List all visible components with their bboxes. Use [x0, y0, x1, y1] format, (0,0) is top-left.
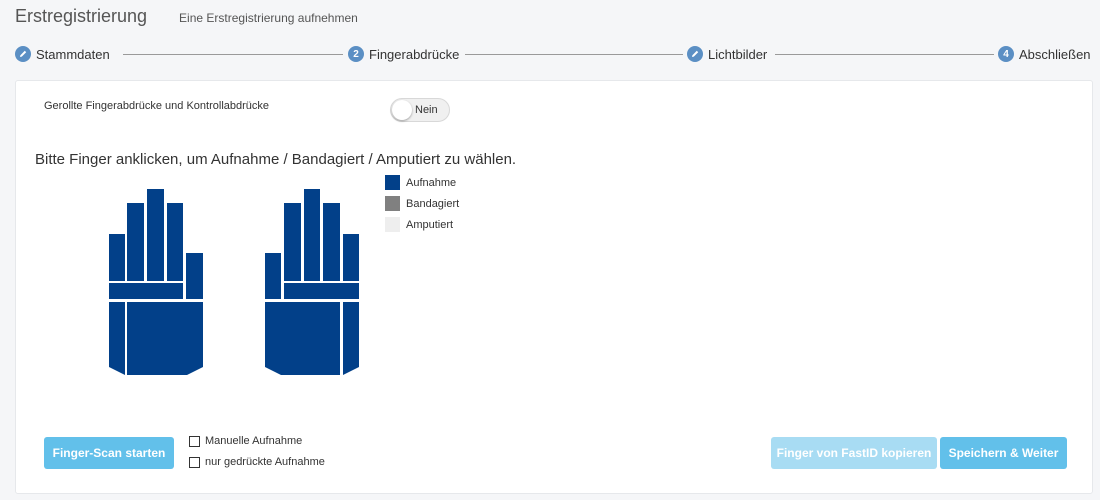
legend-item-amputiert: Amputiert: [385, 217, 459, 232]
finger-left-ring[interactable]: [127, 203, 144, 281]
legend: Aufnahme Bandagiert Amputiert: [385, 175, 459, 238]
pressed-only-label: nur gedrückte Aufnahme: [205, 456, 325, 468]
finger-right-thumb[interactable]: [265, 253, 281, 299]
save-and-continue-button[interactable]: Speichern & Weiter: [940, 437, 1067, 469]
palm-right-main[interactable]: [265, 302, 340, 375]
step-lichtbilder[interactable]: Lichtbilder: [683, 44, 774, 64]
legend-swatch: [385, 175, 400, 190]
step-label: Fingerabdrücke: [369, 46, 460, 62]
stepper: Stammdaten 2 Fingerabdrücke Lichtbilder …: [15, 44, 1095, 66]
manual-capture-option[interactable]: Manuelle Aufnahme: [189, 435, 302, 447]
manual-capture-checkbox[interactable]: [189, 435, 200, 447]
finger-right-index[interactable]: [284, 203, 301, 281]
pencil-icon: [15, 46, 31, 62]
page-subtitle: Eine Erstregistrierung aufnehmen: [179, 11, 358, 25]
finger-left-index[interactable]: [167, 203, 183, 281]
finger-left-middle[interactable]: [147, 189, 164, 281]
step-connector: [775, 54, 997, 55]
pressed-only-option[interactable]: nur gedrückte Aufnahme: [189, 456, 325, 468]
pencil-icon: [687, 46, 703, 62]
step-number: 4: [998, 46, 1014, 62]
step-label: Abschließen: [1019, 46, 1091, 62]
instruction-text: Bitte Finger anklicken, um Aufnahme / Ba…: [35, 151, 517, 168]
finger-right-ring[interactable]: [323, 203, 340, 281]
palm-left-edge[interactable]: [109, 302, 125, 375]
rolled-prints-toggle[interactable]: Nein: [390, 98, 450, 122]
legend-item-aufnahme: Aufnahme: [385, 175, 459, 190]
step-label: Stammdaten: [36, 46, 110, 62]
legend-label: Bandagiert: [406, 197, 460, 210]
pressed-only-checkbox[interactable]: [189, 456, 200, 468]
step-fingerabdruecke[interactable]: 2 Fingerabdrücke: [344, 44, 466, 64]
palm-right-edge[interactable]: [343, 302, 359, 375]
toggle-knob: [392, 100, 412, 120]
finger-left-thumb[interactable]: [186, 253, 203, 299]
step-connector: [123, 54, 343, 55]
fingerprint-card: Gerollte Fingerabdrücke und Kontrollabdr…: [15, 80, 1093, 494]
page-title: Erstregistrierung: [15, 6, 148, 26]
page-header: Erstregistrierung Eine Erstregistrierung…: [15, 6, 358, 28]
palm-right-upper[interactable]: [284, 283, 359, 299]
manual-capture-label: Manuelle Aufnahme: [205, 435, 303, 447]
legend-swatch: [385, 196, 400, 211]
rolled-prints-label: Gerollte Fingerabdrücke und Kontrollabdr…: [44, 100, 270, 112]
legend-item-bandagiert: Bandagiert: [385, 196, 459, 211]
finger-right-middle[interactable]: [304, 189, 320, 281]
legend-label: Amputiert: [406, 218, 454, 231]
legend-swatch: [385, 217, 400, 232]
copy-from-fastid-button[interactable]: Finger von FastID kopieren: [771, 437, 937, 469]
step-number: 2: [348, 46, 364, 62]
palm-left-upper[interactable]: [109, 283, 183, 299]
finger-left-little[interactable]: [109, 234, 125, 281]
toggle-value: Nein: [415, 104, 438, 116]
hands-diagram: [109, 189, 359, 375]
finger-right-little[interactable]: [343, 234, 359, 281]
step-connector: [465, 54, 685, 55]
step-stammdaten[interactable]: Stammdaten: [15, 44, 116, 64]
step-abschliessen[interactable]: 4 Abschließen: [994, 44, 1091, 64]
start-finger-scan-button[interactable]: Finger-Scan starten: [44, 437, 174, 469]
step-label: Lichtbilder: [708, 46, 768, 62]
legend-label: Aufnahme: [406, 176, 457, 189]
palm-left-main[interactable]: [127, 302, 203, 375]
